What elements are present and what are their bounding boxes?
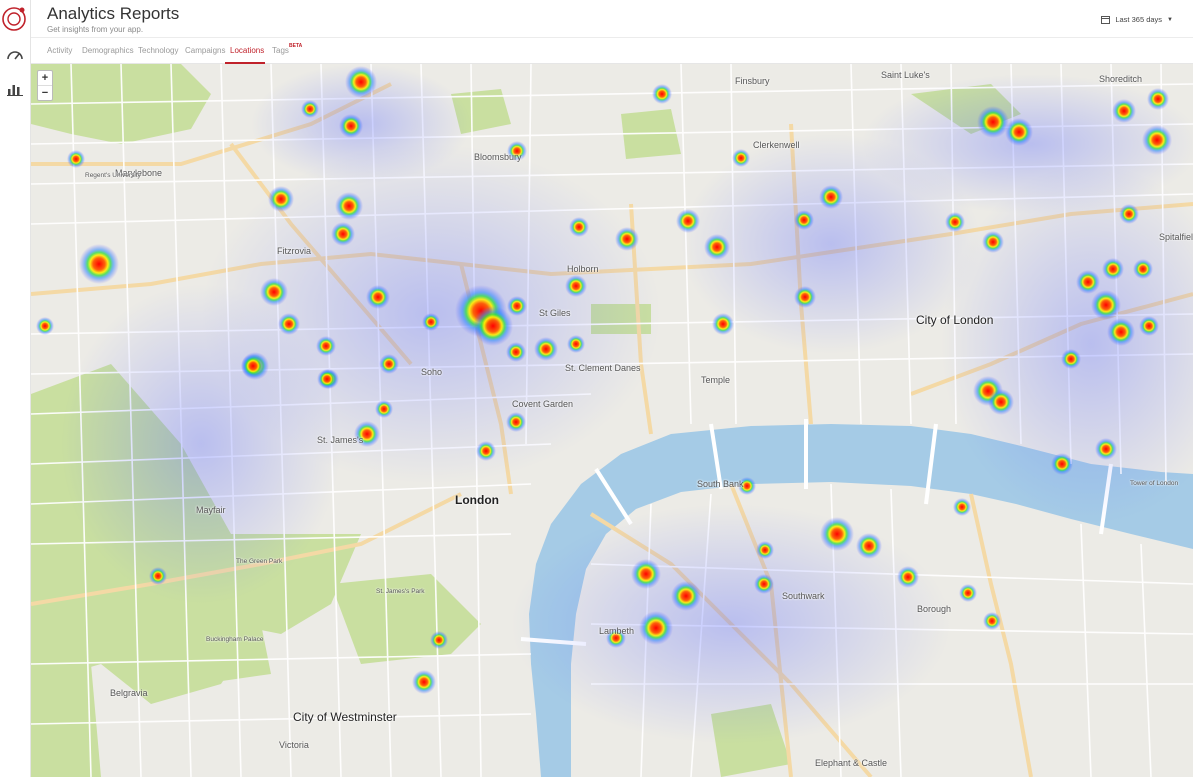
label-fitzrovia: Fitzrovia [277, 246, 312, 256]
label-bloomsbury: Bloomsbury [474, 152, 522, 162]
report-tabs: Activity Demographics Technology Campaig… [31, 38, 1193, 64]
label-borough: Borough [917, 604, 952, 614]
tab-campaigns[interactable]: Campaigns [185, 46, 225, 55]
map-canvas[interactable]: River Thames [31, 64, 1193, 777]
label-finsbury: Finsbury [735, 76, 770, 86]
label-south-bank: South Bank [697, 479, 744, 489]
beta-badge: BETA [289, 43, 303, 49]
label-city-of-westminster: City of Westminster [293, 710, 397, 724]
label-covent-garden: Covent Garden [512, 399, 574, 409]
zoom-out-button[interactable]: − [38, 86, 52, 101]
tab-activity[interactable]: Activity [47, 46, 72, 55]
reports-bar-chart-icon[interactable] [4, 80, 26, 98]
label-st-jamess: St. James's [317, 435, 364, 445]
label-city-of-london: City of London [916, 313, 994, 327]
date-range-dropdown[interactable]: Last 365 days ▼ [1101, 15, 1173, 24]
label-belgravia: Belgravia [110, 688, 148, 698]
label-southwark: Southwark [782, 591, 825, 601]
page-subtitle: Get insights from your app. [47, 25, 144, 34]
heatmap-map[interactable]: River Thames London City of London City … [31, 64, 1193, 777]
label-lambeth: Lambeth [599, 626, 635, 636]
sidebar [0, 0, 31, 777]
calendar-icon [1101, 16, 1111, 24]
label-buckingham-palace: Buckingham Palace [206, 636, 264, 643]
label-regents-university: Regent's University [85, 172, 141, 179]
label-st-giles: St Giles [539, 308, 571, 318]
label-holborn: Holborn [567, 264, 599, 274]
app-logo[interactable] [1, 3, 27, 33]
tab-tags[interactable]: Tags [272, 46, 289, 55]
label-victoria: Victoria [279, 740, 309, 750]
tab-locations[interactable]: Locations [230, 46, 264, 55]
dashboard-gauge-icon[interactable] [4, 46, 26, 64]
label-shoreditch: Shoreditch [1099, 74, 1143, 84]
tab-technology[interactable]: Technology [138, 46, 178, 55]
label-soho: Soho [421, 367, 443, 377]
page-title: Analytics Reports [47, 4, 180, 23]
caret-down-icon: ▼ [1167, 16, 1173, 23]
label-saint-lukes: Saint Luke's [881, 70, 930, 80]
label-tower-of-london: Tower of London [1130, 480, 1179, 487]
label-clerkenwell: Clerkenwell [753, 140, 800, 150]
label-st-clement-danes: St. Clement Danes [565, 363, 641, 373]
label-spitalfields: Spitalfields [1159, 232, 1193, 242]
zoom-control: + − [37, 70, 53, 101]
page-header: Analytics Reports Get insights from your… [31, 0, 1193, 38]
date-range-label: Last 365 days [1115, 15, 1163, 24]
zoom-in-button[interactable]: + [38, 71, 52, 86]
label-mayfair: Mayfair [196, 505, 226, 515]
label-green-park: The Green Park [236, 558, 283, 565]
label-temple: Temple [701, 375, 731, 385]
tab-demographics[interactable]: Demographics [82, 46, 134, 55]
label-st-jamess-park: St. James's Park [376, 588, 425, 595]
label-london: London [455, 493, 499, 507]
label-elephant-castle: Elephant & Castle [815, 758, 888, 768]
